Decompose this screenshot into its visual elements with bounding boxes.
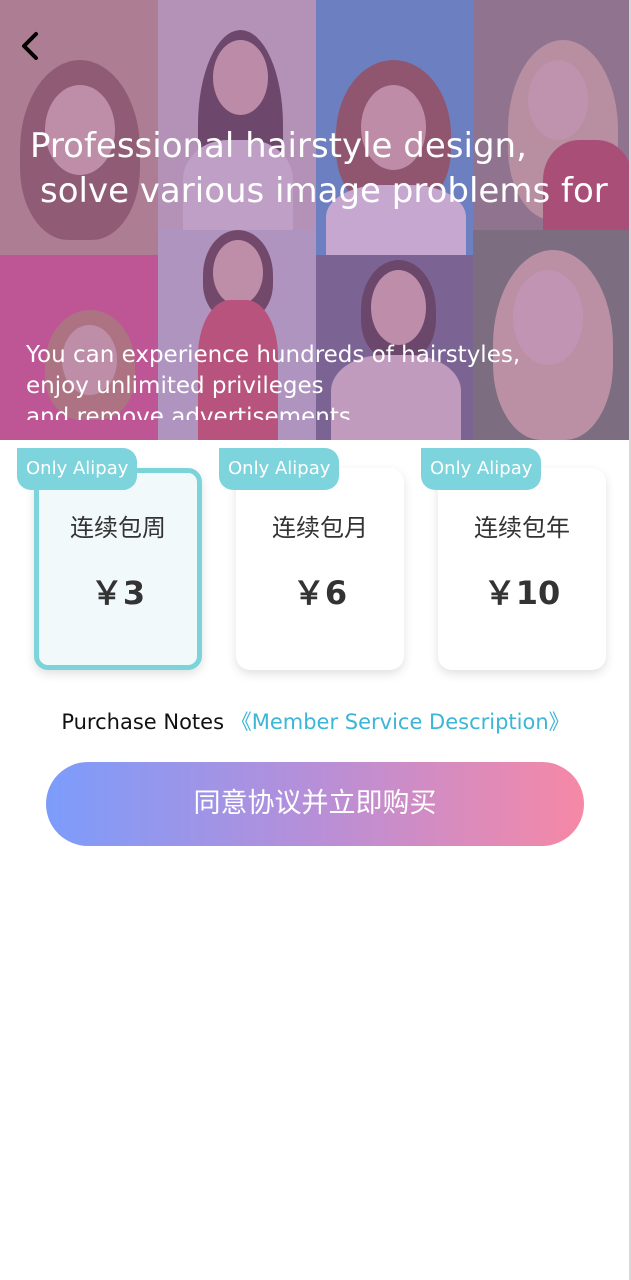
plan-card-weekly[interactable]: 连续包周 ￥3 — [34, 468, 202, 670]
plan-options: 连续包周 ￥3 Only Alipay 连续包月 ￥6 Only Alipay … — [0, 448, 631, 688]
agree-and-buy-button[interactable]: 同意协议并立即购买 — [46, 762, 584, 846]
back-button[interactable] — [14, 28, 50, 64]
purchase-notes: Purchase Notes 《Member Service Descripti… — [0, 706, 631, 736]
alipay-badge: Only Alipay — [17, 448, 138, 490]
plan-name: 连续包年 — [474, 514, 570, 542]
plan-card-monthly[interactable]: 连续包月 ￥6 — [236, 468, 404, 670]
membership-page: Professional hairstyle design, solve var… — [0, 0, 631, 1280]
chevron-left-icon — [22, 32, 38, 60]
plan-name: 连续包周 — [70, 514, 166, 542]
alipay-badge: Only Alipay — [421, 448, 542, 490]
plan-price: ￥6 — [292, 574, 348, 612]
hero-banner: Professional hairstyle design, solve var… — [0, 0, 631, 440]
hero-subtitle-line1: You can experience hundreds of hairstyle… — [26, 342, 521, 368]
purchase-notes-label: Purchase Notes — [61, 710, 225, 734]
plan-price: ￥10 — [483, 574, 561, 612]
hero-subtitle-line3: and remove advertisements — [26, 404, 351, 420]
alipay-badge: Only Alipay — [219, 448, 340, 490]
hero-title-line1: Professional hairstyle design, — [30, 126, 527, 166]
hero-subtitle: You can experience hundreds of hairstyle… — [26, 340, 606, 420]
hero-title: Professional hairstyle design, solve var… — [30, 124, 630, 214]
plan-price: ￥3 — [90, 574, 146, 612]
plan-name: 连续包月 — [272, 514, 368, 542]
plan-card-yearly[interactable]: 连续包年 ￥10 — [438, 468, 606, 670]
member-service-description-link[interactable]: 《Member Service Description》 — [231, 710, 570, 734]
hero-subtitle-line2: enjoy unlimited privileges — [26, 373, 324, 399]
hero-title-line2: solve various image problems for — [40, 171, 608, 211]
